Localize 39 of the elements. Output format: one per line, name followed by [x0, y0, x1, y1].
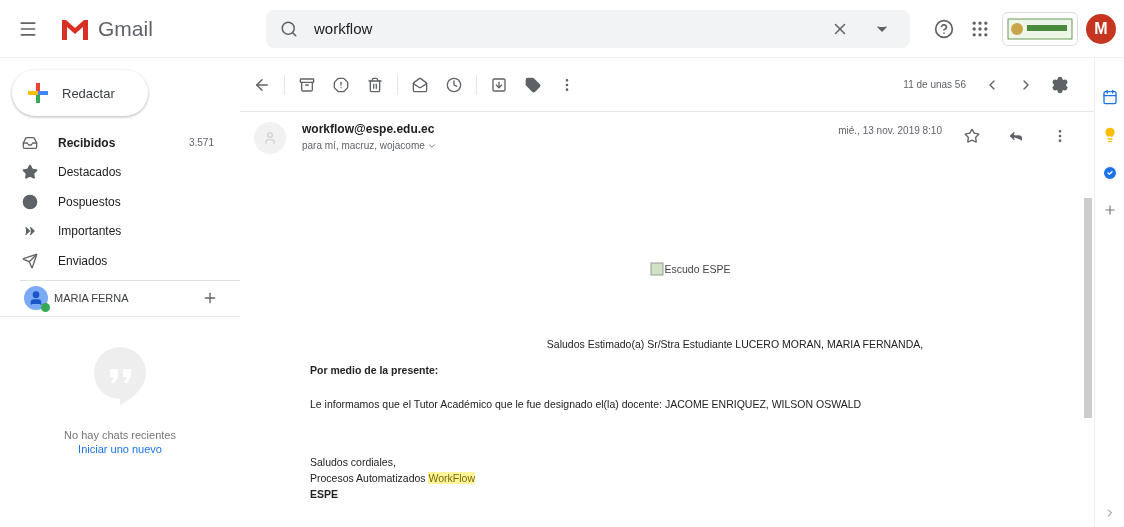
chat-user-name[interactable]: MARIA FERNA	[54, 292, 196, 304]
plus-icon	[26, 81, 50, 105]
nav-item[interactable]: Importantes	[0, 216, 240, 246]
nav-item[interactable]: Pospuestos	[0, 187, 240, 217]
nav-item[interactable]: Destacados	[0, 157, 240, 187]
star-icon	[22, 164, 38, 181]
sender-avatar-icon	[254, 122, 286, 154]
calendar-icon[interactable]	[1101, 89, 1118, 105]
compose-button[interactable]: Redactar	[12, 70, 148, 116]
recipients-text[interactable]: para mí, macruz, wojacome	[302, 140, 823, 151]
unread-count: 3.571	[188, 137, 214, 149]
search-input[interactable]: workflow	[312, 19, 812, 38]
empty-chats-text: No hay chats recientes	[64, 428, 176, 441]
broken-image-icon	[649, 262, 664, 276]
org-name: ESPE	[310, 487, 339, 502]
account-avatar[interactable]: M	[1086, 13, 1116, 44]
broken-image-text: Escudo ESPE	[649, 262, 731, 276]
start-chat-link[interactable]: Iniciar uno nuevo	[78, 442, 162, 455]
scrollbar[interactable]	[1084, 198, 1092, 418]
nav-item[interactable]: Recibidos 3.571	[0, 128, 240, 158]
search-icon	[280, 19, 298, 38]
check-circle-icon[interactable]	[1101, 165, 1118, 181]
sender-address: workflow@espe.edu.ec	[302, 122, 436, 136]
body-text: Le informamos que el Tutor Académico que le fue designado el(la) docente: JACOME ENRIQUEZ, WILSON OSWALD	[310, 398, 863, 410]
crest-logo-icon	[1007, 16, 1073, 41]
signature-text: Procesos Automatizados WorkFlow	[310, 471, 476, 486]
app-name: Gmail	[98, 16, 153, 41]
message-counter: 11 de unas 56	[903, 79, 966, 90]
closing-text: Saludos cordiales,	[310, 455, 397, 470]
org-logo[interactable]	[1002, 11, 1078, 46]
message-date: mié., 13 nov. 2019 8:10	[838, 125, 942, 138]
send-icon	[22, 252, 38, 269]
intro-text: Por medio de la presente:	[310, 364, 440, 376]
nav-item[interactable]: Enviados	[0, 246, 240, 276]
inbox-icon	[22, 134, 38, 151]
user-avatar-icon	[24, 286, 48, 310]
envelope-logo-icon	[60, 17, 90, 40]
greeting-text: Saludos Estimado(a) Sr/Stra Estudiante LUCERO MORAN, MARIA FERNANDA,	[546, 338, 924, 350]
search-bar[interactable]: workflow	[266, 9, 910, 48]
